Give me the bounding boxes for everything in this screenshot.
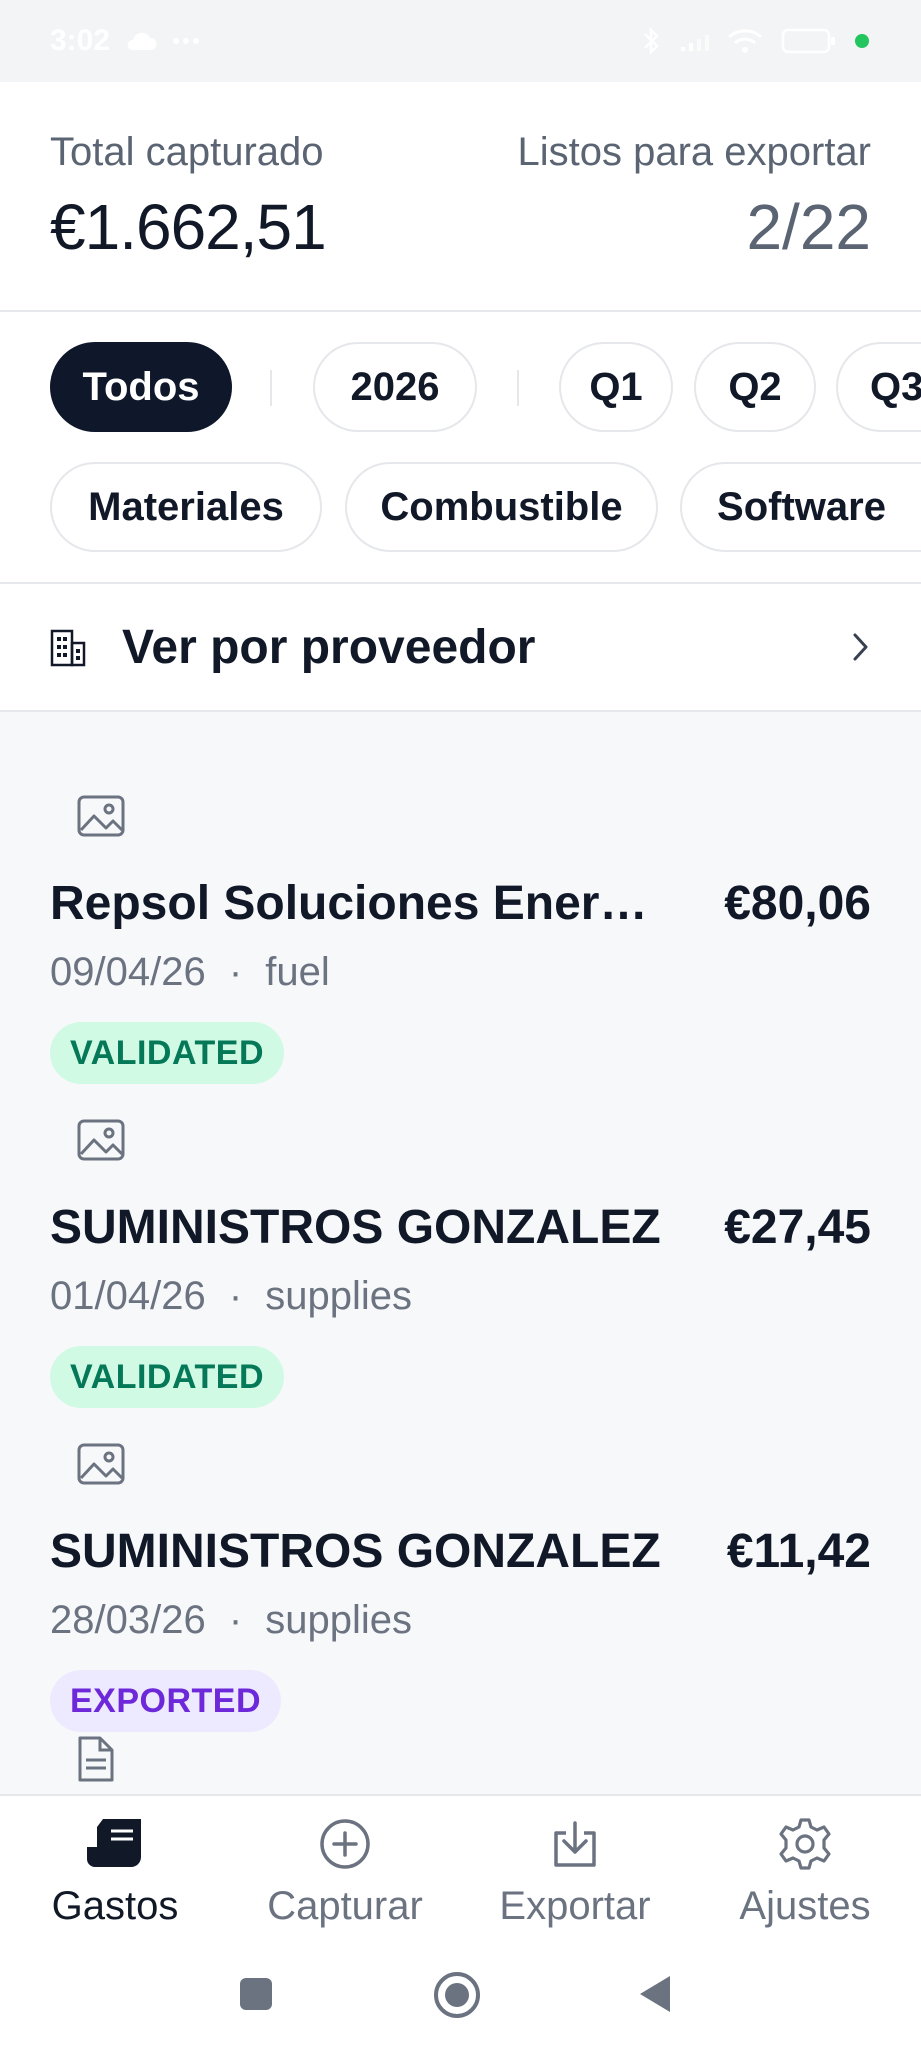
bottom-nav: Gastos Capturar Exportar Ajustes (0, 1794, 921, 1944)
expense-amount: €27,45 (724, 1201, 871, 1254)
expense-date: 01/04/26 (50, 1274, 206, 1318)
chip-combustible[interactable]: Combustible (345, 462, 658, 552)
chip-materiales[interactable]: Materiales (50, 462, 322, 552)
nav-exportar[interactable]: Exportar (460, 1796, 690, 1946)
nav-ajustes[interactable]: Ajustes (690, 1796, 920, 1946)
chip-divider (517, 370, 519, 406)
status-time: 3:02 (50, 24, 111, 57)
expense-category: supplies (265, 1598, 413, 1642)
expense-vendor: SUMINISTROS GONZALEZ (50, 1525, 661, 1578)
chip-2026[interactable]: 2026 (313, 342, 477, 432)
home-button[interactable] (432, 1970, 482, 2020)
expense-item[interactable] (0, 1684, 921, 1794)
chip-todos[interactable]: Todos (50, 342, 232, 432)
bluetooth-icon (644, 26, 659, 56)
status-bar: 3:02 (0, 0, 921, 82)
wifi-icon (728, 29, 762, 53)
receipt-icon (87, 1819, 141, 1867)
ready-value: 2/22 (746, 191, 871, 263)
expense-category: supplies (265, 1274, 413, 1318)
filter-bar: Todos 2026 Q1 Q2 Q3 Materiales Combustib… (0, 312, 921, 584)
cloud-icon (127, 32, 157, 50)
chip-software[interactable]: Software (680, 462, 921, 552)
notification-dot (855, 34, 869, 48)
battery-icon (781, 28, 835, 54)
back-button[interactable] (638, 1974, 672, 2014)
expense-item[interactable]: SUMINISTROS GONZALEZ €27,45 01/04/26 · s… (0, 1036, 921, 1408)
expense-date: 09/04/26 (50, 950, 206, 994)
summary-header: Total capturado €1.662,51 Listos para ex… (0, 82, 921, 312)
chip-q1[interactable]: Q1 (559, 342, 673, 432)
expense-amount: €11,42 (726, 1525, 871, 1578)
app-screen: 3:02 Total capturado €1.662,51 Listos pa… (0, 0, 921, 2048)
expense-meta: 28/03/26 · supplies (50, 1598, 412, 1643)
expense-item[interactable]: SUMINISTROS GONZALEZ €11,42 28/03/26 · s… (0, 1360, 921, 1732)
expense-date: 28/03/26 (50, 1598, 206, 1642)
status-right (641, 26, 869, 56)
expense-meta: 09/04/26 · fuel (50, 950, 330, 995)
total-value: €1.662,51 (50, 191, 327, 263)
document-icon (78, 1736, 114, 1782)
total-label: Total capturado (50, 130, 324, 174)
status-left: 3:02 (50, 24, 200, 58)
building-icon (50, 629, 86, 667)
gear-icon (779, 1818, 831, 1870)
nav-label: Gastos (51, 1884, 179, 1928)
system-nav-bar (0, 1944, 921, 2048)
provider-row[interactable]: Ver por proveedor (0, 584, 921, 712)
expense-list: Repsol Soluciones Energéticas €80,06 09/… (0, 712, 921, 1794)
nav-label: Ajustes (739, 1884, 871, 1928)
signal-icon (681, 35, 709, 51)
chip-q3[interactable]: Q3 (836, 342, 921, 432)
expense-vendor: SUMINISTROS GONZALEZ (50, 1201, 661, 1254)
nav-capturar[interactable]: Capturar (230, 1796, 460, 1946)
nav-gastos[interactable]: Gastos (0, 1796, 230, 1946)
recents-button[interactable] (238, 1976, 274, 2012)
expense-amount: €80,06 (724, 877, 871, 930)
chevron-right-icon (853, 633, 868, 661)
meta-separator: · (228, 950, 243, 994)
meta-separator: · (228, 1598, 243, 1642)
ready-label: Listos para exportar (517, 130, 871, 174)
expense-category: fuel (265, 950, 330, 994)
chip-divider (270, 370, 272, 406)
provider-row-label: Ver por proveedor (122, 620, 536, 674)
nav-label: Capturar (267, 1884, 423, 1928)
nav-label: Exportar (499, 1884, 651, 1928)
meta-separator: · (228, 1274, 243, 1318)
image-icon (77, 795, 125, 837)
image-icon (77, 1119, 125, 1161)
download-icon (554, 1821, 596, 1867)
chip-q2[interactable]: Q2 (694, 342, 816, 432)
expense-meta: 01/04/26 · supplies (50, 1274, 412, 1319)
expense-item[interactable]: Repsol Soluciones Energéticas €80,06 09/… (0, 712, 921, 1084)
more-icon (173, 38, 200, 44)
plus-circle-icon (320, 1819, 370, 1869)
expense-vendor: Repsol Soluciones Energéticas (50, 877, 670, 930)
image-icon (77, 1443, 125, 1485)
